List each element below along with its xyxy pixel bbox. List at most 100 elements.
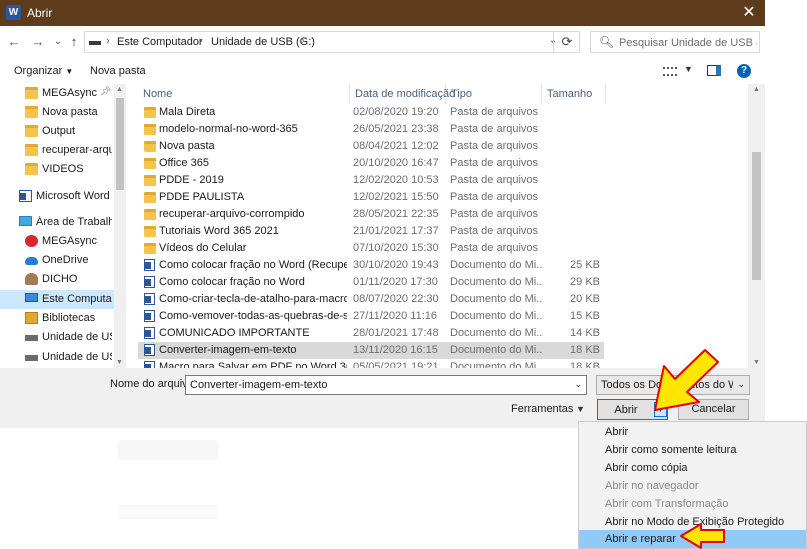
computer-icon xyxy=(25,293,38,302)
open-options-dropdown[interactable]: ▾ xyxy=(654,402,667,417)
navigation-bar: ← → ⌄ ↑ › Este Computador › Unidade de U… xyxy=(0,26,765,58)
scroll-up-icon[interactable]: ▲ xyxy=(753,86,760,93)
close-icon[interactable]: ✕ xyxy=(733,0,765,26)
sidebar-item-videos[interactable]: VIDEOS xyxy=(0,160,114,179)
folder-icon xyxy=(144,192,156,203)
search-box[interactable]: 🔍︎ xyxy=(590,31,760,53)
open-button[interactable]: Abrir ▾ xyxy=(597,399,668,420)
search-input[interactable] xyxy=(619,35,757,50)
menu-item-label: Abrir no Modo de Exibição Protegido xyxy=(605,516,785,528)
file-row[interactable]: recuperar-arquivo-corrompido 28/05/2021 2… xyxy=(138,206,604,223)
file-type: Documento do Mi... xyxy=(450,293,542,305)
organize-button[interactable]: Organizar ▼ xyxy=(14,65,73,77)
folder-icon xyxy=(144,209,156,220)
file-row[interactable]: PDDE PAULISTA 12/02/2021 15:50 Pasta de ar… xyxy=(138,189,604,206)
forward-icon[interactable]: → xyxy=(30,34,46,50)
sidebar-item-megasync-root[interactable]: MEGAsync xyxy=(0,232,114,251)
menu-item-como-copia[interactable]: Abrir como cópia xyxy=(579,459,806,477)
file-date: 13/11/2020 16:15 xyxy=(353,344,438,356)
title-bar: W Abrir ✕ xyxy=(0,0,765,26)
file-row[interactable]: Como colocar fração no Word 01/11/2020 17… xyxy=(138,274,604,291)
preview-pane-icon[interactable] xyxy=(707,65,721,76)
word-document-icon xyxy=(144,293,155,305)
back-icon[interactable]: ← xyxy=(6,34,22,50)
sidebar-item-label: Unidade de USB xyxy=(42,331,112,343)
chevron-down-icon[interactable]: ⌄ xyxy=(574,379,582,390)
address-bar[interactable]: › Este Computador › Unidade de USB (G:) … xyxy=(84,31,580,53)
help-icon[interactable]: ? xyxy=(737,64,751,78)
menu-item-modo-protegido[interactable]: Abrir no Modo de Exibição Protegido xyxy=(579,513,806,531)
tools-dropdown-icon[interactable]: ▼ xyxy=(576,404,585,414)
file-name: Como-vemover-todas-as-quebras-de-se... xyxy=(159,310,347,322)
view-options-icon[interactable] xyxy=(663,67,677,76)
sidebar-item-output[interactable]: Output xyxy=(0,122,114,141)
background-placeholder xyxy=(118,440,218,460)
file-row[interactable]: Como colocar fração no Word (Recupera...… xyxy=(138,257,604,274)
sidebar-item-este-computador[interactable]: Este Computador xyxy=(0,290,114,309)
sidebar-item-nova-pasta[interactable]: Nova pasta xyxy=(0,103,114,122)
menu-item-abrir-e-reparar[interactable]: Abrir e reparar xyxy=(579,530,806,548)
tools-button[interactable]: Ferramentas xyxy=(511,403,573,415)
breadcrumb-usb-drive[interactable]: Unidade de USB (G:) xyxy=(211,36,315,48)
sidebar-item-dicho[interactable]: DICHO xyxy=(0,270,114,289)
refresh-icon[interactable]: ⟳ xyxy=(553,31,580,53)
sidebar-scrollbar[interactable]: ▲ ▼ xyxy=(114,84,126,368)
new-folder-button[interactable]: Nova pasta xyxy=(90,65,146,77)
sidebar-item-usb-drive[interactable]: Unidade de USB xyxy=(0,328,114,347)
cancel-button[interactable]: Cancelar xyxy=(678,399,749,420)
file-row[interactable]: Office 365 20/10/2020 16:47 Pasta de arqui… xyxy=(138,155,604,172)
scroll-down-icon[interactable]: ▼ xyxy=(116,359,123,366)
sidebar-scroll-thumb[interactable] xyxy=(116,98,124,190)
sidebar-item-area-de-trabalho[interactable]: Área de Trabalho xyxy=(0,213,114,232)
file-list-scrollbar[interactable]: ▲ ▼ xyxy=(748,84,765,368)
column-header-date[interactable]: Data de modificação xyxy=(350,84,455,104)
file-row[interactable]: Converter-imagem-em-texto 13/11/2020 16:1… xyxy=(138,342,604,359)
up-folder-icon[interactable]: ↑ xyxy=(66,34,82,50)
file-name: Vídeos do Celular xyxy=(159,242,247,254)
column-header-type[interactable]: Tipo xyxy=(446,84,542,104)
open-dialog: W Abrir ✕ ← → ⌄ ↑ › Este Computador › Un… xyxy=(0,0,765,428)
recent-locations-icon[interactable]: ⌄ xyxy=(50,34,66,50)
chevron-down-icon[interactable]: ⌄ xyxy=(737,379,745,390)
drive-icon xyxy=(89,41,101,45)
sidebar-item-label: Output xyxy=(42,125,76,137)
column-header-name[interactable]: Nome xyxy=(138,84,350,104)
file-row[interactable]: Macro para Salvar em PDF no Word 365 05/0… xyxy=(138,359,604,368)
file-date: 26/05/2021 23:38 xyxy=(353,123,439,135)
file-row[interactable]: COMUNICADO IMPORTANTE 28/01/2021 17:48 Doc… xyxy=(138,325,604,342)
menu-item-abrir[interactable]: Abrir xyxy=(579,423,806,441)
folder-icon xyxy=(25,125,38,137)
file-date: 27/11/2020 11:16 xyxy=(353,310,438,322)
view-dropdown-icon[interactable]: ▼ xyxy=(684,64,693,74)
file-row[interactable]: Tutoriais Word 365 2021 21/01/2021 17:37 P… xyxy=(138,223,604,240)
file-row[interactable]: Mala Direta 02/08/2020 19:20 Pasta de arqu… xyxy=(138,104,604,121)
filename-field[interactable]: Converter-imagem-em-texto ⌄ xyxy=(185,375,587,395)
file-row[interactable]: Nova pasta 08/04/2021 12:02 Pasta de arqui… xyxy=(138,138,604,155)
column-header-size[interactable]: Tamanho xyxy=(542,84,606,104)
file-row[interactable]: Vídeos do Celular 07/10/2020 15:30 Pasta d… xyxy=(138,240,604,257)
sidebar-item-megasync[interactable]: MEGAsync 📌︎ xyxy=(0,84,114,103)
file-type-select[interactable]: Todos os Documentos do Word ⌄ xyxy=(596,375,750,395)
scroll-up-icon[interactable]: ▲ xyxy=(116,86,123,93)
sidebar-item-label: VIDEOS xyxy=(42,163,84,175)
file-row[interactable]: Como-vemover-todas-as-quebras-de-se... 27… xyxy=(138,308,604,325)
sidebar-item-bibliotecas[interactable]: Bibliotecas xyxy=(0,309,114,328)
file-name: Nova pasta xyxy=(159,140,215,152)
file-row[interactable]: modelo-normal-no-word-365 26/05/2021 23:3… xyxy=(138,121,604,138)
file-name: Converter-imagem-em-texto xyxy=(159,344,297,356)
sidebar-item-label: Microsoft Word xyxy=(36,190,110,202)
sidebar-item-onedrive[interactable]: OneDrive xyxy=(0,251,114,270)
file-date: 21/01/2021 17:37 xyxy=(353,225,439,237)
sidebar-item-usb-drive-2[interactable]: Unidade de USB xyxy=(0,348,114,367)
file-row[interactable]: PDDE - 2019 12/02/2020 10:53 Pasta de arqu… xyxy=(138,172,604,189)
file-row[interactable]: Como-criar-tecla-de-atalho-para-macro...… xyxy=(138,291,604,308)
file-name: Como colocar fração no Word (Recupera... xyxy=(159,259,347,271)
scroll-down-icon[interactable]: ▼ xyxy=(753,359,760,366)
breadcrumb-este-computador[interactable]: Este Computador xyxy=(117,36,203,48)
sidebar-item-microsoft-word[interactable]: Microsoft Word xyxy=(0,187,114,206)
pin-icon[interactable]: 📌︎ xyxy=(100,86,111,97)
sidebar-item-recuperar-arquivo[interactable]: recuperar-arquivo xyxy=(0,141,114,160)
file-list-scroll-thumb[interactable] xyxy=(752,152,761,280)
word-document-icon xyxy=(144,276,155,288)
menu-item-somente-leitura[interactable]: Abrir como somente leitura xyxy=(579,441,806,459)
